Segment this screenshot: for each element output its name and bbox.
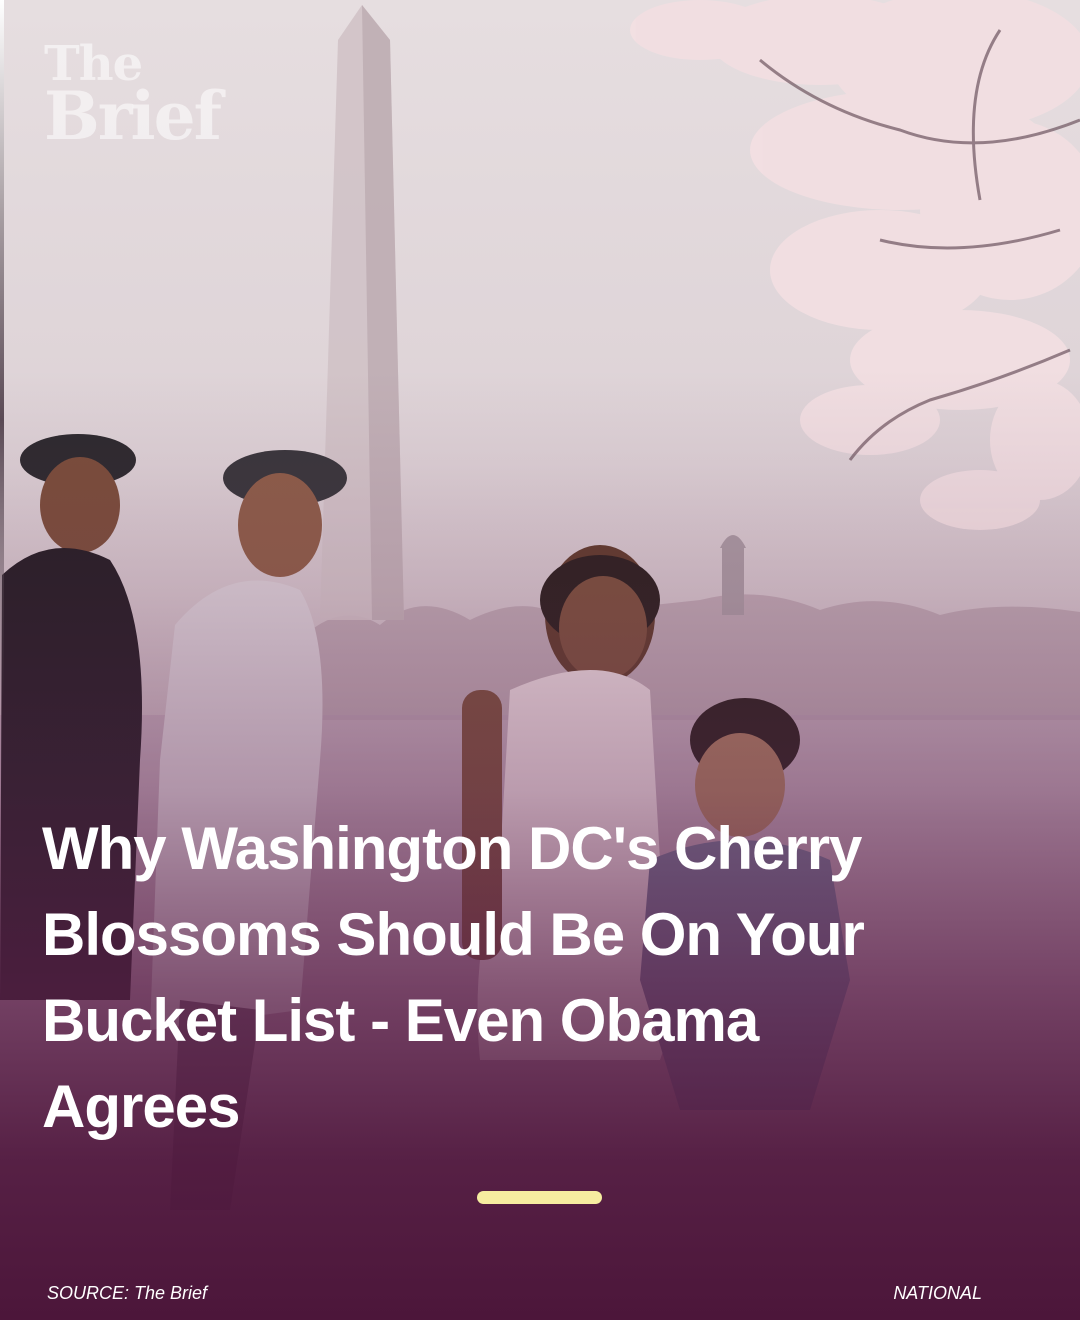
story-headline[interactable]: Why Washington DC's Cherry Blossoms Shou… — [42, 806, 942, 1150]
source-label: SOURCE: The Brief — [47, 1283, 208, 1303]
left-edge-highlight — [0, 0, 4, 700]
logo-line-2: Brief — [44, 77, 222, 156]
brand-logo: The Brief — [44, 40, 222, 156]
category-label: NATIONAL — [893, 1283, 982, 1303]
story-card[interactable]: The Brief Why Washington DC's Cherry Blo… — [0, 0, 1080, 1320]
accent-bar — [477, 1191, 602, 1204]
